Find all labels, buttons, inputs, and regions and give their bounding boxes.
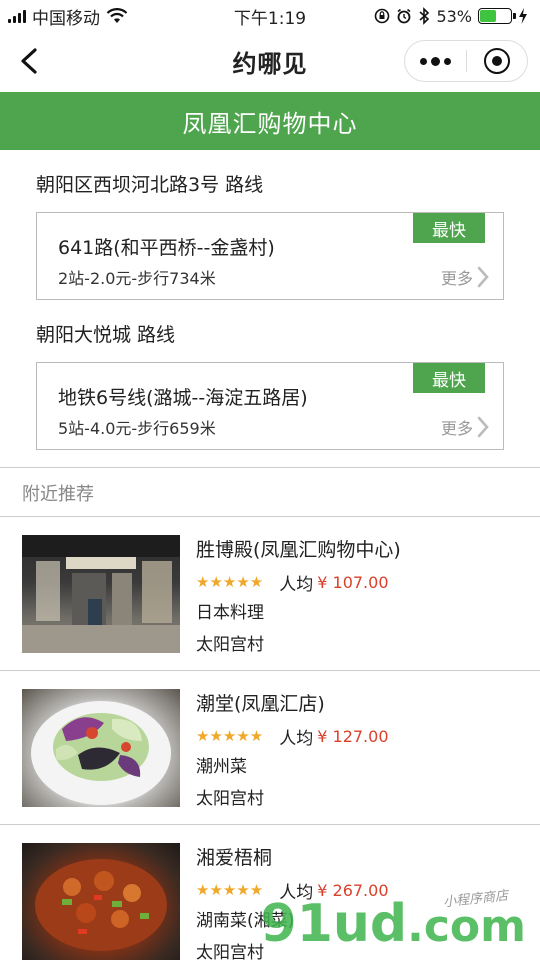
- avg-price-label: 人均: [279, 882, 314, 903]
- more-routes-link[interactable]: 更多: [441, 265, 489, 289]
- route-line-name: 641路(和平西桥--金盏村): [58, 237, 275, 259]
- fastest-badge: 最快: [413, 213, 485, 243]
- shop-rating: ★★★★★ 人均 ¥ 267.00: [196, 875, 389, 905]
- avg-price: ¥ 267.00: [317, 880, 389, 900]
- screen-lock-icon: [375, 8, 390, 24]
- shop-photo: [22, 843, 180, 960]
- route-section: 朝阳大悦城 路线 最快 地铁6号线(潞城--海淀五路居) 5站-4.0元-步行6…: [36, 320, 504, 450]
- star-rating-icon: ★★★★★: [196, 573, 264, 591]
- shop-area: 太阳宫村: [196, 943, 264, 960]
- shop-info: 胜博殿(凤凰汇购物中心) ★★★★★ 人均 ¥ 107.00 日本料理 太阳宫村: [196, 535, 401, 661]
- route-section: 朝阳区西坝河北路3号 路线 最快 641路(和平西桥--金盏村) 2站-2.0元…: [36, 170, 504, 300]
- status-right: 53%: [374, 7, 528, 26]
- nav-title: 约哪见: [232, 49, 308, 78]
- signal-icon: [8, 9, 26, 23]
- charging-icon: [519, 8, 527, 24]
- route-heading: 朝阳大悦城 路线: [36, 324, 176, 346]
- list-item[interactable]: 胜博殿(凤凰汇购物中心) ★★★★★ 人均 ¥ 107.00 日本料理 太阳宫村: [0, 517, 540, 671]
- more-button[interactable]: [405, 41, 466, 81]
- nearby-title: 附近推荐: [22, 484, 94, 505]
- route-detail: 5站-4.0元-步行659米: [58, 419, 216, 438]
- wifi-icon: [106, 8, 128, 23]
- shop-area: 太阳宫村: [196, 789, 264, 809]
- shop-rating: ★★★★★ 人均 ¥ 127.00: [196, 721, 389, 751]
- route-heading: 朝阳区西坝河北路3号 路线: [36, 174, 264, 196]
- shop-name: 潮堂(凤凰汇店): [196, 693, 325, 715]
- chevron-left-icon: [21, 48, 37, 74]
- carrier-label: 中国移动: [32, 8, 100, 29]
- status-bar: 中国移动 下午1:19 53%: [0, 0, 540, 32]
- more-label: 更多: [440, 419, 473, 438]
- list-item[interactable]: 潮堂(凤凰汇店) ★★★★★ 人均 ¥ 127.00 潮州菜 太阳宫村: [0, 671, 540, 825]
- avg-price-label: 人均: [279, 728, 314, 749]
- chevron-right-icon: [477, 266, 489, 288]
- route-card[interactable]: 最快 641路(和平西桥--金盏村) 2站-2.0元-步行734米 更多: [36, 212, 504, 300]
- shop-name: 胜博殿(凤凰汇购物中心): [196, 539, 401, 561]
- avg-price-label: 人均: [279, 574, 314, 595]
- battery-icon: [478, 8, 516, 24]
- more-label: 更多: [440, 269, 473, 288]
- status-left: 中国移动: [8, 4, 128, 29]
- destination-banner: 凤凰汇购物中心: [0, 92, 540, 150]
- close-button[interactable]: [467, 41, 528, 81]
- shop-name: 湘爱梧桐: [196, 847, 273, 869]
- shop-info: 潮堂(凤凰汇店) ★★★★★ 人均 ¥ 127.00 潮州菜 太阳宫村: [196, 689, 389, 815]
- avg-price: ¥ 127.00: [317, 726, 389, 746]
- shop-rating: ★★★★★ 人均 ¥ 107.00: [196, 567, 401, 597]
- list-item[interactable]: 湘爱梧桐 ★★★★★ 人均 ¥ 267.00 湖南菜(湘菜) 太阳宫村: [0, 825, 540, 960]
- nav-bar: 约哪见: [0, 32, 540, 90]
- route-line-name: 地铁6号线(潞城--海淀五路居): [58, 387, 308, 409]
- more-dots-icon: [419, 56, 451, 66]
- avg-price: ¥ 107.00: [317, 572, 389, 592]
- shop-photo: [22, 689, 180, 807]
- shop-cuisine: 潮州菜: [196, 757, 247, 777]
- fastest-badge: 最快: [413, 363, 485, 393]
- more-routes-link[interactable]: 更多: [441, 415, 489, 439]
- shop-photo: [22, 535, 180, 653]
- star-rating-icon: ★★★★★: [196, 727, 264, 745]
- chevron-right-icon: [477, 416, 489, 438]
- section-divider: [0, 467, 540, 468]
- route-detail: 2站-2.0元-步行734米: [58, 269, 216, 288]
- target-close-icon: [483, 48, 510, 74]
- shop-area: 太阳宫村: [196, 635, 264, 655]
- battery-level: [480, 10, 496, 22]
- route-card[interactable]: 最快 地铁6号线(潞城--海淀五路居) 5站-4.0元-步行659米 更多: [36, 362, 504, 450]
- alarm-icon: [397, 8, 411, 24]
- battery-percent: 53%: [436, 6, 472, 26]
- shop-info: 湘爱梧桐 ★★★★★ 人均 ¥ 267.00 湖南菜(湘菜) 太阳宫村: [196, 843, 389, 960]
- star-rating-icon: ★★★★★: [196, 881, 264, 899]
- bluetooth-icon: [419, 7, 430, 25]
- miniprogram-capsule: [404, 40, 528, 82]
- back-button[interactable]: [12, 44, 46, 78]
- shop-cuisine: 日本料理: [196, 603, 264, 623]
- shop-cuisine: 湖南菜(湘菜): [196, 911, 295, 931]
- status-time: 下午1:19: [233, 8, 307, 29]
